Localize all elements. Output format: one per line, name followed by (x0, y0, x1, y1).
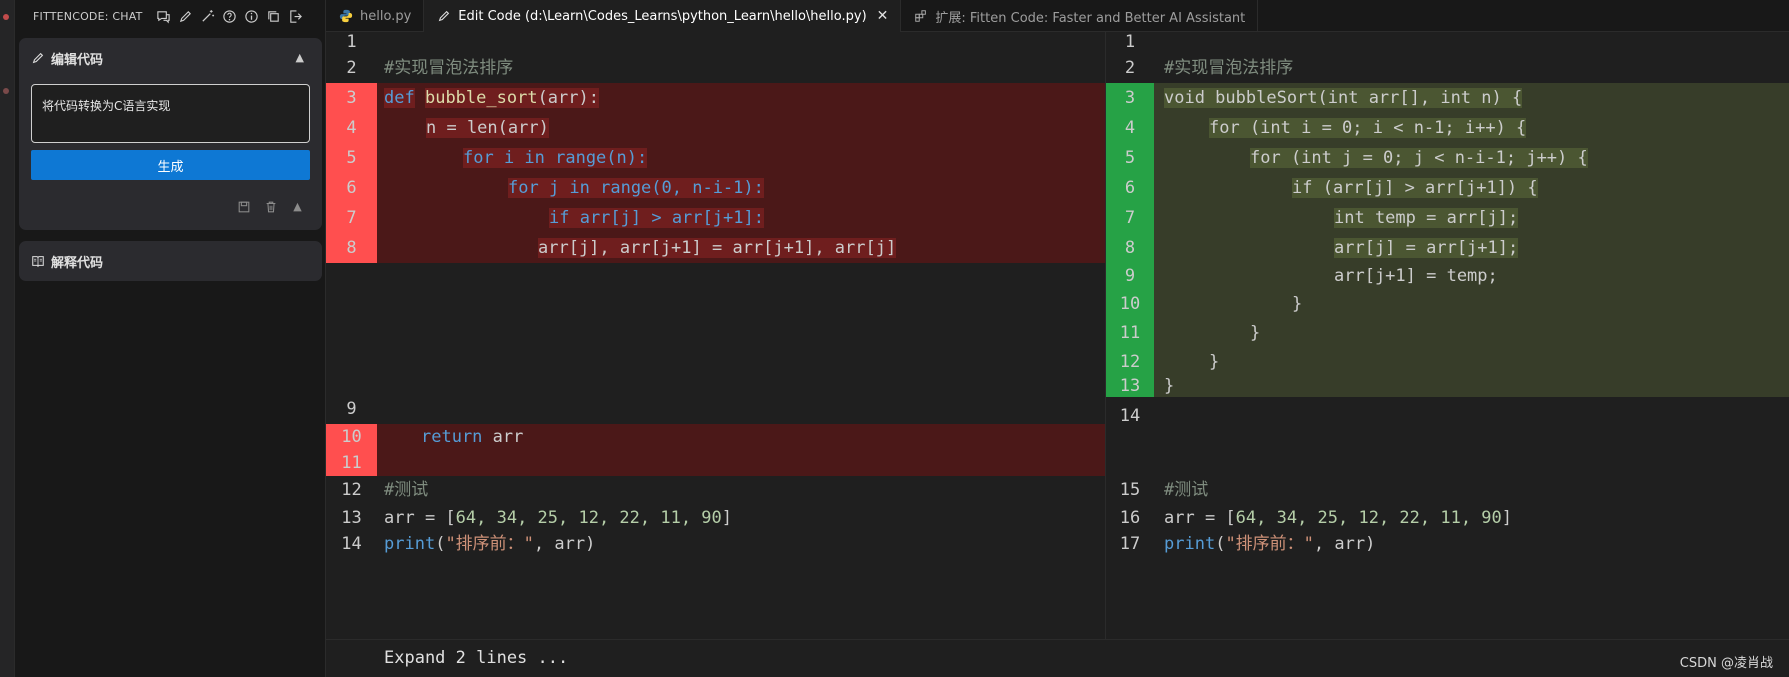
explain-code-header[interactable]: 解释代码 (19, 241, 322, 281)
diff-footer: Expand 2 lines ... CSDN @凌肖战 (326, 639, 1789, 677)
pencil-icon (436, 8, 452, 24)
code-line: void bubbleSort(int arr[], int n) { (1164, 88, 1523, 108)
generated-code-pane[interactable]: 1 2 3 4 5 6 7 8 9 10 11 12 13 14 15 16 1… (1105, 32, 1789, 639)
line-number: 7 (346, 208, 357, 228)
code-line: } (1164, 376, 1175, 396)
explain-code-card[interactable]: 解释代码 (19, 241, 322, 281)
collapse-up-icon[interactable]: ▲ (296, 51, 304, 64)
line-number-gutter: 1 2 3 4 5 6 7 8 9 10 11 12 13 14 15 16 1… (1106, 32, 1157, 639)
code-line: if (arr[j] > arr[j+1]) { (1292, 178, 1538, 198)
code-line: } (1292, 294, 1303, 314)
panel-header: FITTENCODE: CHAT (15, 0, 325, 32)
code-line: for i in range(n): (463, 148, 648, 168)
code-line: if arr[j] > arr[j+1]: (549, 208, 764, 228)
tab-label: hello.py (360, 8, 412, 24)
extensions-icon (913, 8, 929, 24)
code-line: #测试 (1164, 480, 1209, 500)
line-number: 11 (1119, 323, 1141, 343)
code-line: for (int j = 0; j < n-i-1; j++) { (1250, 148, 1588, 168)
code-line: n = len(arr) (426, 118, 549, 138)
code-line: def bubble_sort(arr): (384, 88, 599, 108)
code-line: } (1250, 323, 1261, 343)
tab-hello-py[interactable]: hello.py (326, 0, 425, 32)
line-number: 4 (1124, 118, 1136, 138)
magic-wand-icon[interactable] (197, 5, 219, 27)
edit-prompt-input[interactable]: 将代码转换为C语言实现 (31, 84, 310, 143)
info-icon[interactable] (241, 5, 263, 27)
copy-icon[interactable] (263, 5, 285, 27)
line-number: 6 (1124, 178, 1136, 198)
line-number: 8 (1124, 238, 1136, 258)
book-icon (32, 256, 44, 267)
close-icon[interactable]: ✕ (877, 8, 889, 24)
activity-bar (0, 0, 15, 677)
line-number: 3 (346, 88, 357, 108)
line-number: 10 (1119, 294, 1141, 314)
watermark: CSDN @凌肖战 (1679, 656, 1773, 671)
code-line: arr[j], arr[j+1] = arr[j+1], arr[j] (538, 238, 897, 258)
python-icon (338, 8, 354, 24)
line-number: 11 (341, 453, 362, 473)
collapse-up-icon[interactable]: ▲ (289, 198, 306, 215)
expand-lines-link[interactable]: Expand 2 lines ... (384, 648, 568, 668)
help-icon[interactable] (219, 5, 241, 27)
tab-label: Edit Code (d:\Learn\Codes_Learns\python_… (458, 8, 867, 24)
pencil-icon[interactable] (175, 5, 197, 27)
line-number: 17 (1119, 534, 1141, 554)
code-line: arr[j+1] = temp; (1334, 266, 1498, 286)
line-number: 13 (1119, 376, 1141, 396)
line-number: 5 (1124, 148, 1136, 168)
line-number: 4 (346, 118, 357, 138)
line-number: 8 (346, 238, 357, 258)
fittencode-chat-panel: FITTENCODE: CHAT 编辑代码 ▲ 将代码转换为C语言实现 生成 ▲… (15, 0, 326, 677)
line-number: 5 (346, 148, 357, 168)
chat-icon[interactable] (153, 5, 175, 27)
code-line: int temp = arr[j]; (1334, 208, 1519, 228)
line-number: 14 (341, 534, 362, 554)
line-number: 12 (341, 480, 362, 500)
line-number-gutter: 1 2 3 4 5 6 7 8 9 10 11 12 13 14 (326, 32, 377, 639)
code-line: arr[j] = arr[j+1]; (1334, 238, 1519, 258)
code-line: print("排序前：", arr) (384, 534, 596, 554)
editor-tab-bar: hello.py Edit Code (d:\Learn\Codes_Learn… (326, 0, 1789, 32)
edit-code-card: 编辑代码 ▲ 将代码转换为C语言实现 生成 ▲ (19, 38, 322, 230)
trash-icon[interactable] (262, 198, 279, 215)
line-number: 9 (346, 399, 357, 419)
tab-edit-code[interactable]: Edit Code (d:\Learn\Codes_Learns\python_… (424, 0, 902, 32)
line-number: 7 (1124, 208, 1136, 228)
code-line: #实现冒泡法排序 (384, 58, 514, 78)
line-number: 2 (346, 58, 357, 78)
code-line: #测试 (384, 480, 429, 500)
line-number: 15 (1119, 480, 1141, 500)
line-number: 6 (346, 178, 357, 198)
code-line: for j in range(0, n-i-1): (508, 178, 764, 198)
pencil-icon (32, 52, 44, 64)
tab-label: 扩展: Fitten Code: Faster and Better AI As… (935, 10, 1246, 26)
code-line: } (1209, 352, 1220, 372)
edit-code-header[interactable]: 编辑代码 ▲ (19, 38, 322, 78)
code-line: #实现冒泡法排序 (1164, 58, 1294, 78)
line-number: 2 (1124, 58, 1136, 78)
card-toolbar: ▲ (235, 198, 306, 215)
generate-button[interactable]: 生成 (31, 150, 310, 180)
tab-extension[interactable]: 扩展: Fitten Code: Faster and Better AI As… (901, 0, 1259, 32)
line-number: 14 (1119, 406, 1141, 426)
activity-indicator (3, 14, 9, 20)
activity-indicator (3, 88, 9, 94)
original-code-pane[interactable]: 1 2 3 4 5 6 7 8 9 10 11 12 13 14 #实现冒泡法排… (326, 32, 1105, 639)
exit-icon[interactable] (285, 5, 307, 27)
code-line: print("排序前：", arr) (1164, 534, 1376, 554)
edit-code-title: 编辑代码 (51, 52, 104, 68)
panel-title: FITTENCODE: CHAT (33, 9, 143, 23)
explain-code-title: 解释代码 (51, 255, 104, 271)
line-number: 9 (1124, 266, 1136, 286)
save-icon[interactable] (235, 198, 252, 215)
code-line: for (int i = 0; i < n-1; i++) { (1209, 118, 1527, 138)
code-line: return arr (421, 427, 524, 447)
line-number: 3 (1124, 88, 1136, 108)
